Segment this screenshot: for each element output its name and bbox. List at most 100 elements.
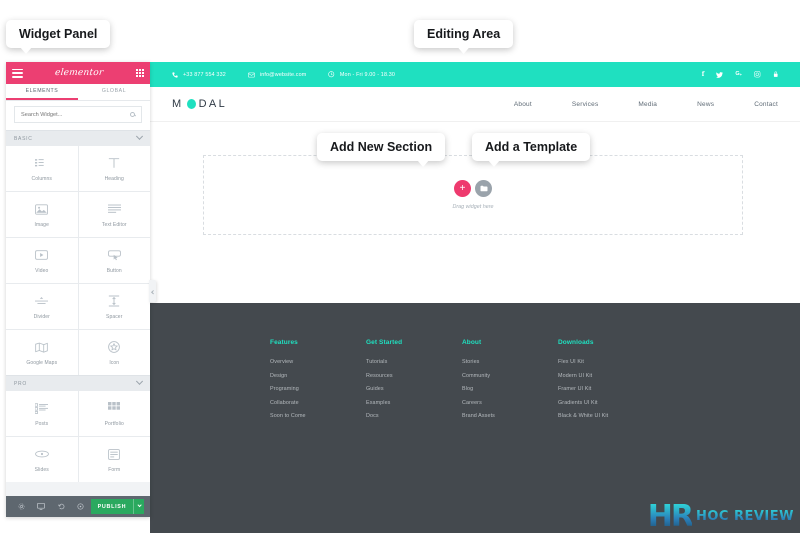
columns-icon [35, 156, 48, 171]
footer-link[interactable]: Collaborate [270, 400, 366, 406]
widget-label: Form [108, 466, 121, 473]
panel-tabs: ELEMENTS GLOBAL [6, 84, 150, 101]
widget-label: Image [34, 221, 49, 228]
phone-icon [172, 71, 178, 78]
widget-form[interactable]: Form [78, 437, 150, 482]
widget-label: Video [35, 267, 49, 274]
topbar-social-links: f G + [702, 71, 778, 78]
widget-slides[interactable]: Slides [6, 437, 78, 482]
settings-gear-icon[interactable] [12, 503, 32, 510]
panel-collapse-arrow[interactable] [149, 280, 156, 302]
widget-text-editor[interactable]: Text Editor [78, 192, 150, 237]
section-header-pro[interactable]: PRO [6, 375, 150, 391]
footer-link[interactable]: Examples [366, 400, 462, 406]
dropzone-buttons: + [454, 180, 492, 197]
search-icon[interactable] [130, 112, 135, 117]
preview-icon[interactable] [71, 503, 91, 510]
nav-link-about[interactable]: About [514, 101, 532, 108]
nav-link-contact[interactable]: Contact [754, 101, 778, 108]
footer-link[interactable]: Soon to Come [270, 413, 366, 419]
topbar-hours: Mon - Fri 9.00 - 18.30 [328, 71, 395, 78]
add-new-section-button[interactable]: + [454, 180, 471, 197]
topbar-phone-text: +33 877 554 332 [183, 71, 226, 78]
site-nav-links: About Services Media News Contact [514, 101, 778, 108]
nav-link-media[interactable]: Media [638, 101, 657, 108]
widget-label: Text Editor [101, 221, 127, 228]
nav-link-news[interactable]: News [697, 101, 714, 108]
footer-link[interactable]: Docs [366, 413, 462, 419]
footer-heading-about: About [462, 339, 482, 346]
widget-button[interactable]: Button [78, 238, 150, 283]
footer-link[interactable]: Tutorials [366, 359, 462, 365]
footer-link[interactable]: Framer UI Kit [558, 386, 654, 392]
search-widget-wrap [6, 101, 150, 130]
grid-icon[interactable] [135, 68, 144, 78]
widget-label: Button [106, 267, 122, 274]
widget-label: Spacer [106, 313, 123, 320]
callout-editing-area: Editing Area [414, 20, 514, 48]
add-a-template-button[interactable] [475, 180, 492, 197]
footer-link[interactable]: Careers [462, 400, 558, 406]
widget-divider[interactable]: Divider [6, 284, 78, 329]
widget-label: Posts [35, 420, 49, 427]
topbar-hours-text: Mon - Fri 9.00 - 18.30 [339, 71, 396, 78]
footer-link[interactable]: Blog [462, 386, 558, 392]
chevron-down-icon[interactable] [135, 132, 144, 140]
widget-icon[interactable]: Icon [78, 330, 150, 375]
callout-add-a-template: Add a Template [472, 133, 591, 161]
watermark-mark: HR [647, 498, 694, 533]
site-logo[interactable]: M DAL [172, 98, 227, 110]
footer-link[interactable]: Flex UI Kit [558, 359, 654, 365]
widget-panel[interactable]: elementor ELEMENTS GLOBAL BASIC [6, 62, 150, 517]
topbar-email[interactable]: info@website.com [247, 72, 307, 78]
chevron-down-icon[interactable] [135, 377, 144, 385]
footer-link[interactable]: Gradients UI Kit [558, 400, 654, 406]
twitter-icon[interactable] [716, 71, 724, 78]
search-input[interactable] [21, 111, 130, 118]
widget-heading[interactable]: Heading [78, 146, 150, 191]
footer-link[interactable]: Design [270, 373, 366, 379]
image-icon [35, 202, 49, 217]
nav-link-services[interactable]: Services [572, 101, 599, 108]
video-icon [35, 248, 49, 263]
widget-video[interactable]: Video [6, 238, 78, 283]
footer-link[interactable]: Black & White UI Kit [558, 413, 654, 419]
section-header-basic[interactable]: BASIC [6, 130, 150, 146]
footer-link[interactable]: Stories [462, 359, 558, 365]
hamburger-icon[interactable] [12, 68, 23, 78]
footer-link[interactable]: Community [462, 373, 558, 379]
callout-add-new-section: Add New Section [317, 133, 446, 161]
search-box[interactable] [14, 106, 142, 123]
history-undo-icon[interactable] [51, 503, 71, 510]
tab-elements[interactable]: ELEMENTS [6, 84, 78, 100]
footer-link[interactable]: Brand Assets [462, 413, 558, 419]
publish-button[interactable]: PUBLISH [90, 499, 134, 514]
publish-dropdown-caret[interactable] [133, 499, 145, 514]
widget-spacer[interactable]: Spacer [78, 284, 150, 329]
tab-global[interactable]: GLOBAL [78, 84, 150, 100]
facebook-icon[interactable]: f [702, 71, 705, 78]
footer-link[interactable]: Modern UI Kit [558, 373, 654, 379]
responsive-monitor-icon[interactable] [32, 503, 52, 510]
widget-label: Columns [31, 175, 52, 182]
footer-column-downloads: Downloads Flex UI Kit Modern UI Kit Fram… [558, 339, 654, 427]
widget-portfolio[interactable]: Portfolio [78, 391, 150, 436]
section-dropzone[interactable]: + Drag widget here [203, 155, 743, 235]
lock-icon[interactable] [773, 71, 779, 78]
portfolio-icon [108, 401, 121, 416]
topbar-phone[interactable]: +33 877 554 332 [172, 72, 226, 78]
site-navbar: M DAL About Services Media News Contact [150, 87, 800, 122]
footer-link[interactable]: Programing [270, 386, 366, 392]
widget-image[interactable]: Image [6, 192, 78, 237]
footer-link[interactable]: Overview [270, 359, 366, 365]
logo-suffix: DAL [198, 98, 228, 110]
button-icon [107, 248, 121, 263]
footer-link[interactable]: Resources [366, 373, 462, 379]
widget-google-maps[interactable]: Google Maps [6, 330, 78, 375]
instagram-icon[interactable] [754, 71, 761, 78]
widget-posts[interactable]: Posts [6, 391, 78, 436]
footer-link[interactable]: Guides [366, 386, 462, 392]
google-maps-icon [35, 340, 49, 355]
widget-columns[interactable]: Columns [6, 146, 78, 191]
google-plus-icon[interactable]: G + [735, 71, 742, 78]
